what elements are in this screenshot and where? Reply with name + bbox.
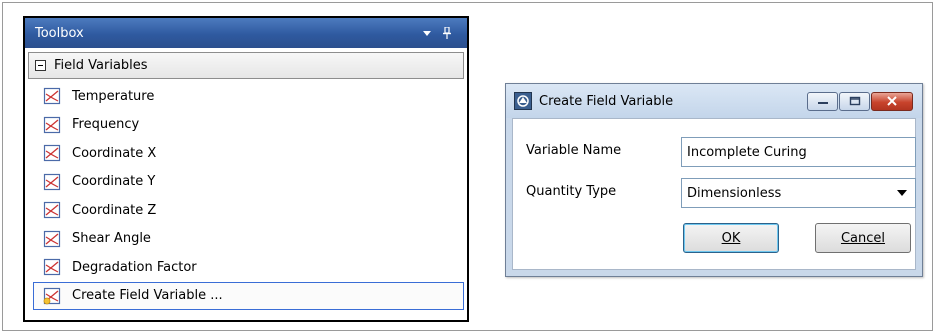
list-item-coordinate-z[interactable]: Coordinate Z	[28, 196, 464, 225]
maximize-icon	[849, 96, 860, 106]
field-variable-icon	[43, 173, 61, 190]
toolbox-panel: Toolbox Field Variables Temperature Freq…	[23, 16, 469, 322]
collapse-icon[interactable]	[35, 60, 46, 71]
field-variable-icon	[43, 88, 61, 105]
list-item-coordinate-y[interactable]: Coordinate Y	[28, 168, 464, 197]
list-item-frequency[interactable]: Frequency	[28, 111, 464, 140]
item-label: Coordinate Y	[72, 174, 156, 190]
list-item-coordinate-x[interactable]: Coordinate X	[28, 139, 464, 168]
item-label: Temperature	[72, 88, 155, 104]
dialog-title: Create Field Variable	[539, 93, 674, 109]
field-variable-icon	[43, 259, 61, 276]
item-label: Degradation Factor	[72, 259, 197, 275]
minimize-icon	[817, 102, 828, 104]
minimize-button[interactable]	[807, 91, 838, 111]
variable-name-label: Variable Name	[526, 143, 622, 158]
field-variable-icon	[43, 145, 61, 162]
field-variable-list: Temperature Frequency Coordinate X Coord…	[25, 82, 467, 310]
list-item-temperature[interactable]: Temperature	[28, 82, 464, 111]
create-field-variable-dialog: Create Field Variable Variable Name Inco…	[505, 83, 923, 277]
group-label: Field Variables	[54, 58, 148, 73]
field-variable-icon	[43, 230, 61, 247]
close-icon	[887, 96, 897, 106]
list-item-create-field-variable[interactable]: Create Field Variable ...	[33, 281, 464, 310]
dialog-body: Variable Name Quantity Type Dimensionles…	[512, 118, 916, 270]
toolbox-title: Toolbox	[35, 25, 84, 41]
maximize-button[interactable]	[839, 91, 870, 111]
ok-button-label: OK	[721, 230, 741, 246]
item-label: Frequency	[72, 117, 140, 133]
field-variable-icon	[43, 202, 61, 219]
pin-icon[interactable]	[437, 27, 457, 39]
quantity-type-select[interactable]: Dimensionless	[681, 178, 916, 208]
item-label: Coordinate Z	[72, 202, 157, 218]
app-icon	[514, 92, 532, 110]
field-variable-icon	[43, 116, 61, 133]
group-header-field-variables[interactable]: Field Variables	[28, 52, 464, 79]
list-item-shear-angle[interactable]: Shear Angle	[28, 225, 464, 254]
item-label: Coordinate X	[72, 145, 157, 161]
item-label: Create Field Variable ...	[72, 288, 223, 304]
quantity-type-value: Dimensionless	[687, 185, 782, 201]
create-field-variable-icon	[43, 287, 61, 305]
cancel-button-label: Cancel	[840, 230, 886, 246]
chevron-down-icon[interactable]	[889, 190, 915, 196]
toolbox-header: Toolbox	[25, 18, 467, 48]
quantity-type-label: Quantity Type	[526, 184, 617, 199]
list-item-degradation-factor[interactable]: Degradation Factor	[28, 253, 464, 282]
close-button[interactable]	[871, 91, 913, 111]
item-label: Shear Angle	[72, 231, 151, 247]
window-buttons	[807, 91, 913, 111]
cancel-button[interactable]: Cancel	[815, 223, 911, 253]
dropdown-arrow-icon[interactable]	[417, 29, 437, 37]
dialog-titlebar[interactable]: Create Field Variable	[506, 84, 922, 118]
ok-button[interactable]: OK	[683, 223, 779, 253]
variable-name-input[interactable]	[681, 137, 916, 167]
